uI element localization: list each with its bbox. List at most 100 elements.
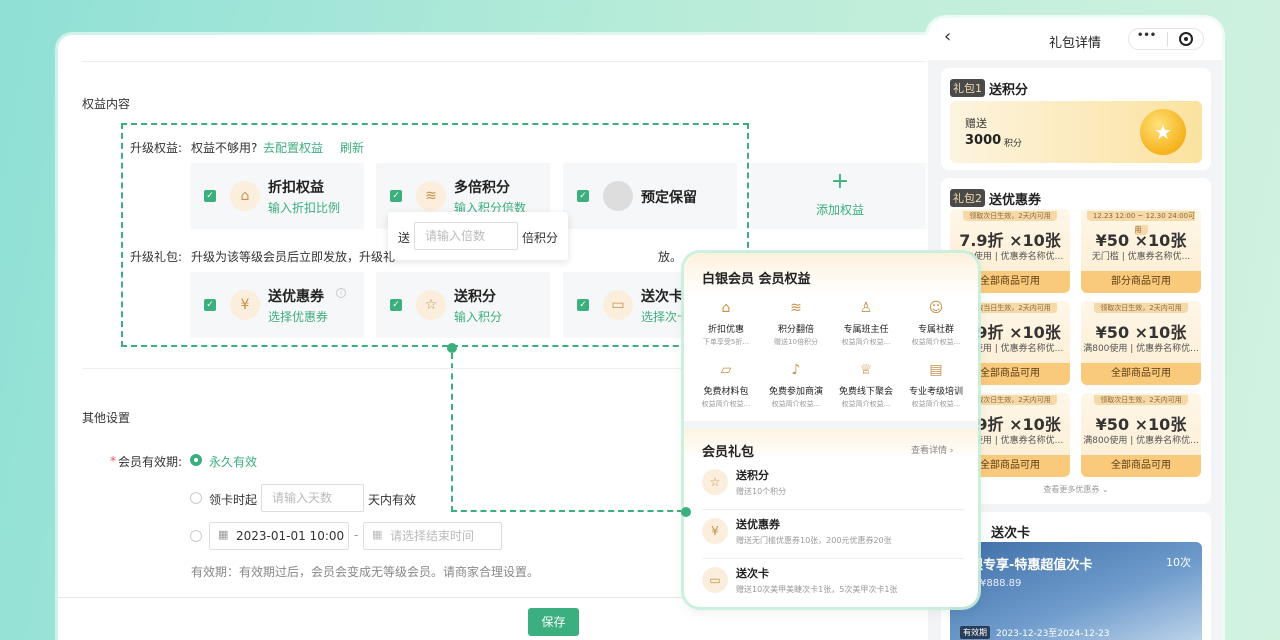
benefit-item[interactable]: ≋ 积分翻倍 赠送10倍积分 <box>761 297 831 347</box>
validity-note: 有效期：有效期过后，会员会变成无等级会员。请商家合理设置。 <box>191 565 540 579</box>
benefit-item[interactable]: ▱ 免费材料包 权益简介权益... <box>691 359 761 409</box>
connector-dot <box>681 507 691 517</box>
benefit-item[interactable]: ▤ 专业考级培训 权益简介权益... <box>901 359 971 409</box>
checkbox-checked[interactable]: ✓ <box>577 299 589 311</box>
give-label: 赠送 <box>965 117 987 130</box>
rights-card-discount[interactable]: ✓ ⌂ 折扣权益 输入折扣比例 <box>190 163 364 229</box>
checkbox-checked[interactable]: ✓ <box>204 299 216 311</box>
pack1-tag: 礼包1 <box>950 79 985 97</box>
coupon-card[interactable]: 领取次日生效，2天内可用 ¥50 ×10张 满800使用 | 优惠券名称优... 全部… <box>1081 301 1201 385</box>
certificate-icon: ▤ <box>929 362 943 378</box>
card-input-link[interactable]: 输入积分 <box>454 308 502 325</box>
gift-row[interactable]: ¥ 送优惠券 赠送无门槛优惠券10张，200元优惠券20张 <box>698 510 964 556</box>
connector-dot <box>447 343 457 353</box>
tag-icon: ⌂ <box>230 181 260 211</box>
popup-prefix: 送 <box>398 231 411 245</box>
info-icon[interactable]: i <box>336 288 346 298</box>
days-input[interactable]: 请输入天数 <box>261 484 364 512</box>
save-button[interactable]: 保存 <box>528 608 579 636</box>
benefit-item[interactable]: ♕ 免费线下聚会 权益简介权益... <box>831 359 901 409</box>
card-input-link[interactable]: 选择次卡 <box>641 308 689 325</box>
gift-row[interactable]: ▭ 送次卡 赠送10次美甲美睫次卡1张，5次美甲次卡1张 <box>698 559 964 605</box>
checkbox-checked[interactable]: ✓ <box>204 190 216 202</box>
validity-label: 会员有效期: <box>118 455 183 469</box>
calendar-icon: ▦ <box>218 528 229 541</box>
gift-desc-a: 升级为该等级会员后立即发放，升级礼 <box>191 250 396 264</box>
close-icon[interactable] <box>1179 32 1193 46</box>
plus-icon: + <box>830 169 850 194</box>
coupon-card[interactable]: 领取次日生效，2天内可用 ¥50 ×10张 满800使用 | 优惠券名称优... 全部… <box>1081 393 1201 477</box>
pack1-card: 礼包1 送积分 赠送 3000 积分 ★ <box>941 68 1211 170</box>
popup-suffix: 倍积分 <box>522 231 559 245</box>
benefit-item[interactable]: ♪ 免费参加商演 权益简介权益... <box>761 359 831 409</box>
add-rights-label: 添加权益 <box>815 203 864 217</box>
member-benefits-panel: 白银会员 会员权益 ⌂ 折扣优惠 下单享受5折... ≋ 积分翻倍 赠送10倍积分 ♙ 专… <box>684 253 978 607</box>
more-icon[interactable]: ••• <box>1137 30 1156 41</box>
required-mark: * <box>110 454 116 468</box>
gift-card-points[interactable]: ✓ ☆ 送积分 输入积分 <box>376 272 550 338</box>
star-icon: ☆ <box>416 290 446 320</box>
pack3-name: 送次卡 <box>991 526 1031 541</box>
capsule-menu[interactable]: ••• <box>1128 28 1204 50</box>
multiplier-popup: 送 请输入倍数 倍积分 <box>388 212 568 260</box>
pass-card-title: 银专享-特惠超值次卡 <box>970 558 1093 573</box>
section-title-rights: 权益内容 <box>82 97 131 111</box>
benefit-item[interactable]: ⌂ 折扣优惠 下单享受5折... <box>691 297 761 347</box>
gift-row[interactable]: ☆ 送积分 赠送10个积分 <box>698 461 964 507</box>
folder-icon: ▱ <box>720 362 732 378</box>
card-input-link[interactable]: 输入折扣比例 <box>268 199 340 216</box>
gift-desc-b: 放。 <box>658 250 683 264</box>
gray-circle-icon <box>603 181 633 211</box>
phone-navbar: ‹ 礼包详情 ••• <box>928 18 1222 60</box>
configure-rights-link[interactable]: 去配置权益 <box>263 139 323 156</box>
card-title: 折扣权益 <box>268 180 324 196</box>
card-title: 送积分 <box>454 289 496 305</box>
period-badge: 有效期 <box>960 626 990 639</box>
divider <box>82 61 958 62</box>
star-icon: ☆ <box>702 469 728 495</box>
refresh-link[interactable]: 刷新 <box>340 139 364 156</box>
coupon-icon: ¥ <box>702 518 728 544</box>
pack1-name: 送积分 <box>989 83 1029 98</box>
upgrade-rights-label: 升级权益: <box>130 141 183 155</box>
pack2-card: 礼包2 送优惠券 领取次日生效，2天内可用 7.9折 ×10张 200使用 | 优惠… <box>941 178 1211 504</box>
gift-card-coupon[interactable]: ✓ ¥ 送优惠券 i 选择优惠券 <box>190 272 364 338</box>
points-banner: 赠送 3000 积分 ★ <box>950 101 1202 163</box>
card-title: 预定保留 <box>641 190 697 206</box>
radio-forever[interactable] <box>190 454 202 466</box>
multiplier-input[interactable]: 请输入倍数 <box>414 222 518 250</box>
card-icon: ▭ <box>603 290 633 320</box>
gift-title: 会员礼包 <box>702 445 755 460</box>
more-coupons-link[interactable]: 查看更多优惠券 ⌄ <box>941 484 1211 495</box>
pass-card[interactable]: 银专享-特惠超值次卡 10次 价¥888.89 有效期 2023-12-23至2… <box>950 542 1202 640</box>
start-date-input[interactable]: 2023-01-01 10:00 <box>209 522 349 550</box>
coins-icon: ≋ <box>416 181 446 211</box>
end-date-input[interactable]: 请选择结束时间 <box>363 522 502 550</box>
checkbox-checked[interactable]: ✓ <box>390 190 402 202</box>
rights-card-reserve[interactable]: ✓ 预定保留 <box>563 163 737 229</box>
pack2-name: 送优惠券 <box>989 193 1042 208</box>
range-separator: - <box>354 528 359 542</box>
pass-card-count: 10次 <box>1166 556 1191 569</box>
radio-date-range[interactable] <box>190 530 202 542</box>
radio-from-card[interactable] <box>190 492 202 504</box>
points-value: 3000 <box>965 133 1002 148</box>
view-detail-link[interactable]: 查看详情 › <box>911 443 953 456</box>
benefit-item[interactable]: ♙ 专属班主任 权益简介权益... <box>831 297 901 347</box>
benefit-item[interactable]: ☺ 专属社群 权益简介权益... <box>901 297 971 347</box>
card-title: 送优惠券 <box>268 289 324 305</box>
microphone-icon: ♪ <box>791 362 801 378</box>
add-rights-card[interactable]: + 添加权益 <box>750 163 930 229</box>
coupon-card[interactable]: 12.23 12:00 ~ 12.30 24:00可用 ¥50 ×10张 无门槛 |… <box>1081 209 1201 293</box>
tag-icon: ⌂ <box>721 300 731 316</box>
points-unit: 积分 <box>1004 139 1023 149</box>
opt-forever-label[interactable]: 永久有效 <box>209 453 257 470</box>
pass-period: 2023-12-23至2024-12-23 <box>996 629 1110 639</box>
checkbox-checked[interactable]: ✓ <box>577 190 589 202</box>
teacher-icon: ♙ <box>859 300 873 316</box>
card-input-link[interactable]: 选择优惠券 <box>268 308 328 325</box>
opt-from-card-label[interactable]: 领卡时起 <box>209 491 257 508</box>
card-title: 多倍积分 <box>454 180 510 196</box>
calendar-icon: ▦ <box>372 528 383 541</box>
checkbox-checked[interactable]: ✓ <box>390 299 402 311</box>
